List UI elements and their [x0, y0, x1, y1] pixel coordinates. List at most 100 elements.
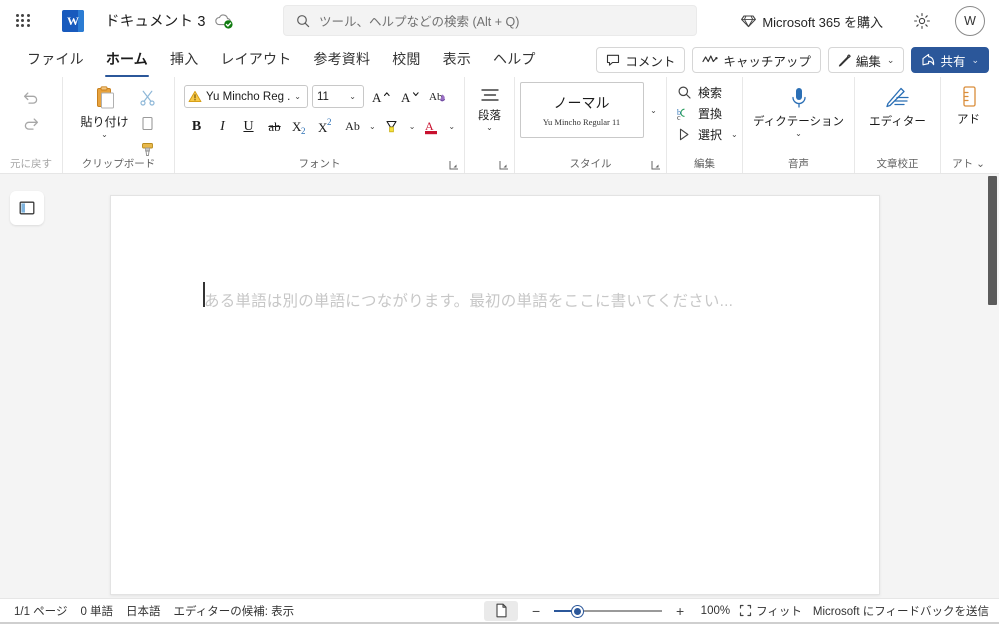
- font-name-value: Yu Mincho Reg ...: [206, 90, 292, 103]
- tab-review[interactable]: 校閲: [381, 43, 431, 75]
- share-button[interactable]: 共有 ⌄: [911, 47, 989, 73]
- search-input[interactable]: ツール、ヘルプなどの検索 (Alt + Q): [283, 5, 697, 36]
- tab-file[interactable]: ファイル: [16, 43, 95, 75]
- font-size-combobox[interactable]: 11 ⌄: [312, 85, 364, 108]
- tab-help[interactable]: ヘルプ: [482, 43, 547, 75]
- addins-button[interactable]: アド: [946, 82, 992, 127]
- word-app-icon: W: [62, 9, 84, 32]
- addins-label: アド: [957, 114, 980, 126]
- copy-button[interactable]: [135, 110, 161, 136]
- title-bar: W ドキュメント 3 ツール、ヘルプなどの検索 (Alt + Q) Micros…: [0, 0, 999, 41]
- paragraph-dialog-launcher[interactable]: [498, 159, 510, 171]
- document-title[interactable]: ドキュメント 3: [105, 10, 206, 31]
- vertical-scrollbar[interactable]: [985, 174, 999, 598]
- word-count[interactable]: 0 単語: [80, 603, 113, 619]
- font-dialog-launcher[interactable]: [448, 159, 460, 171]
- replace-label: 置換: [698, 107, 723, 121]
- paste-button[interactable]: 貼り付け ⌄: [77, 82, 133, 139]
- ribbon: 元に戻す 貼り付け ⌄ クリップボード Yu Mincho Reg ... ⌄ …: [0, 77, 999, 174]
- zoom-out-button[interactable]: −: [527, 602, 545, 620]
- chevron-down-icon[interactable]: ⌄: [976, 158, 985, 170]
- font-color-button[interactable]: A: [419, 114, 444, 139]
- user-avatar[interactable]: W: [955, 6, 985, 36]
- chevron-down-icon: ⌄: [486, 123, 493, 132]
- ribbon-group-paragraph: 段落 ⌄: [464, 77, 514, 173]
- grow-font-button[interactable]: A: [368, 84, 393, 109]
- group-label-editor: 文章校正: [876, 158, 919, 170]
- styles-more-button[interactable]: ⌄: [646, 82, 662, 138]
- addin-icon: [958, 85, 980, 109]
- svg-text:Ab: Ab: [429, 91, 443, 103]
- page-count[interactable]: 1/1 ページ: [14, 603, 67, 619]
- ribbon-group-editor: エディター 文章校正: [854, 77, 940, 173]
- tab-insert[interactable]: 挿入: [159, 43, 209, 75]
- cloud-sync-icon[interactable]: [214, 12, 234, 30]
- chevron-down-icon[interactable]: ⌄: [445, 122, 458, 131]
- buy-microsoft365-label: Microsoft 365 を購入: [762, 14, 883, 30]
- style-description: Yu Mincho Regular 11: [542, 117, 621, 127]
- page-view-button[interactable]: [484, 600, 519, 621]
- undo-button[interactable]: [18, 84, 44, 110]
- paragraph-label: 段落: [478, 110, 501, 122]
- warning-icon: [188, 90, 202, 103]
- chevron-down-icon[interactable]: ⌄: [366, 122, 379, 131]
- editor-label: エディター: [869, 116, 926, 128]
- ribbon-group-undo: 元に戻す: [0, 77, 62, 173]
- ribbon-tab-strip: ファイル ホーム 挿入 レイアウト 参考資料 校閲 表示 ヘルプ コメント キャ…: [0, 41, 999, 77]
- navigation-pane-toggle[interactable]: [10, 191, 44, 225]
- edit-mode-button[interactable]: 編集 ⌄: [827, 47, 905, 73]
- app-launcher-button[interactable]: [6, 4, 40, 38]
- font-name-combobox[interactable]: Yu Mincho Reg ... ⌄: [184, 85, 308, 108]
- select-label: 選択: [698, 128, 723, 142]
- underline-button[interactable]: U: [236, 114, 261, 139]
- editor-suggestions-status[interactable]: エディターの候補: 表示: [174, 603, 295, 619]
- dictate-button[interactable]: ディクテーション ⌄: [747, 82, 851, 138]
- tab-view[interactable]: 表示: [432, 43, 482, 75]
- tab-layout[interactable]: レイアウト: [209, 43, 302, 75]
- zoom-level[interactable]: 100%: [698, 605, 730, 617]
- select-button[interactable]: 選択 ⌄: [674, 124, 742, 145]
- send-feedback-link[interactable]: Microsoft にフィードバックを送信: [813, 603, 989, 619]
- tab-references[interactable]: 参考資料: [302, 43, 381, 75]
- styles-dialog-launcher[interactable]: [650, 159, 662, 171]
- italic-button[interactable]: I: [210, 114, 235, 139]
- svg-text:c: c: [677, 113, 681, 121]
- svg-text:2: 2: [301, 126, 306, 136]
- strikethrough-button[interactable]: ab: [262, 114, 287, 139]
- tab-home[interactable]: ホーム: [95, 43, 159, 77]
- comments-button[interactable]: コメント: [596, 47, 686, 73]
- chevron-down-icon[interactable]: ⌄: [728, 130, 741, 139]
- chevron-down-icon[interactable]: ⌄: [291, 92, 304, 101]
- chevron-down-icon: ⌄: [886, 54, 895, 65]
- change-case-button[interactable]: Ab: [340, 114, 365, 139]
- scrollbar-thumb[interactable]: [988, 176, 997, 305]
- language-indicator[interactable]: 日本語: [126, 603, 161, 619]
- highlight-color-button[interactable]: [380, 114, 405, 139]
- fit-to-width-button[interactable]: フィット: [739, 603, 802, 619]
- subscript-button[interactable]: X 2: [288, 114, 313, 139]
- addins-group-text: アト: [952, 158, 974, 170]
- word-web-app: W ドキュメント 3 ツール、ヘルプなどの検索 (Alt + Q) Micros…: [0, 0, 999, 624]
- editor-button[interactable]: エディター: [859, 82, 937, 129]
- diamond-icon: [741, 14, 757, 28]
- zoom-slider-handle[interactable]: [572, 605, 584, 617]
- style-normal-card[interactable]: ノーマル Yu Mincho Regular 11: [519, 82, 644, 138]
- chevron-down-icon[interactable]: ⌄: [346, 92, 359, 101]
- cut-button[interactable]: [135, 84, 161, 110]
- catchup-button[interactable]: キャッチアップ: [692, 47, 821, 73]
- buy-microsoft365-button[interactable]: Microsoft 365 を購入: [735, 8, 889, 34]
- chevron-down-icon: ⌄: [101, 130, 108, 139]
- zoom-slider[interactable]: [554, 603, 663, 619]
- settings-button[interactable]: [907, 7, 937, 35]
- document-page[interactable]: ある単語は別の単語につながります。最初の単語をここに書いてください...: [110, 195, 880, 595]
- clear-formatting-button[interactable]: Ab: [426, 84, 451, 109]
- find-button[interactable]: 検索: [674, 82, 742, 103]
- paragraph-button[interactable]: 段落 ⌄: [467, 82, 513, 132]
- chevron-down-icon[interactable]: ⌄: [406, 122, 419, 131]
- bold-button[interactable]: B: [184, 114, 209, 139]
- shrink-font-button[interactable]: A: [397, 84, 422, 109]
- replace-button[interactable]: b c 置換: [674, 103, 742, 124]
- zoom-in-button[interactable]: +: [671, 602, 689, 620]
- superscript-button[interactable]: X 2: [314, 114, 339, 139]
- redo-button[interactable]: [18, 110, 44, 136]
